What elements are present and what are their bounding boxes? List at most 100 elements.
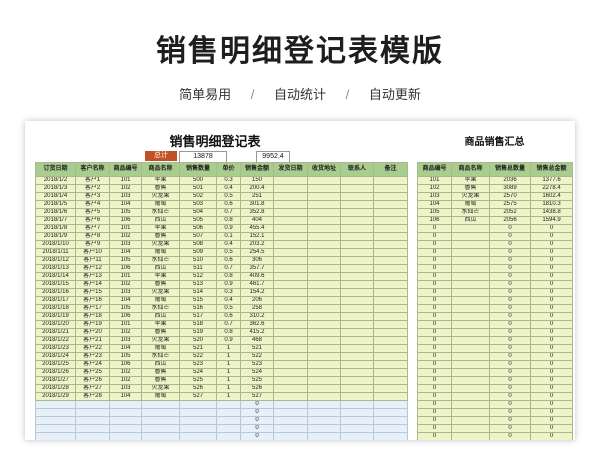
table-cell[interactable] [373,176,408,185]
summary-cell[interactable] [451,304,490,313]
table-cell[interactable]: 0.6 [216,312,241,321]
table-cell[interactable]: 2018/1/9 [35,232,76,241]
table-cell[interactable]: 527 [179,392,217,401]
table-cell[interactable]: 香蕉 [141,232,180,241]
table-cell[interactable] [307,176,341,185]
table-cell[interactable] [307,344,341,353]
summary-cell[interactable] [451,392,490,401]
table-cell[interactable] [273,344,308,353]
table-cell[interactable] [307,416,341,425]
summary-cell[interactable] [451,288,490,297]
table-cell[interactable]: 2018/1/3 [35,184,76,193]
table-cell[interactable] [273,408,308,417]
table-cell[interactable]: 香蕉 [141,376,180,385]
table-cell[interactable] [340,392,374,401]
table-cell[interactable]: 0 [240,400,274,409]
summary-cell[interactable]: 0 [489,320,531,329]
summary-cell[interactable]: 0 [417,336,452,345]
summary-cell[interactable] [451,328,490,337]
summary-cell[interactable]: 0 [489,224,531,233]
table-cell[interactable]: 1 [216,352,241,361]
summary-cell[interactable]: 0 [489,416,531,425]
table-cell[interactable]: 103 [109,288,142,297]
table-cell[interactable] [340,312,374,321]
table-cell[interactable] [373,248,408,257]
table-cell[interactable] [340,368,374,377]
table-cell[interactable]: 102 [109,232,142,241]
table-cell[interactable] [307,216,341,225]
table-cell[interactable] [75,408,110,417]
table-cell[interactable]: 1 [216,368,241,377]
table-cell[interactable]: 客户12 [75,264,110,273]
table-cell[interactable]: 203.2 [240,240,274,249]
table-cell[interactable]: 415.2 [240,328,274,337]
table-cell[interactable]: 521 [240,344,274,353]
table-cell[interactable]: 0 [240,424,274,433]
table-cell[interactable]: 客户20 [75,328,110,337]
table-cell[interactable]: 火龙果 [141,336,180,345]
table-cell[interactable] [373,240,408,249]
table-cell[interactable] [340,328,374,337]
table-cell[interactable] [373,296,408,305]
summary-cell[interactable]: 0 [417,384,452,393]
summary-cell[interactable]: 2036 [489,176,531,185]
table-cell[interactable]: 葡萄 [141,248,180,257]
table-cell[interactable]: 104 [109,392,142,401]
table-cell[interactable]: 客户15 [75,288,110,297]
summary-cell[interactable]: 0 [489,360,531,369]
table-cell[interactable]: 2018/1/23 [35,344,76,353]
table-cell[interactable]: 苹果 [141,320,180,329]
table-cell[interactable]: 0.7 [216,208,241,217]
table-cell[interactable] [109,400,142,409]
table-cell[interactable] [373,392,408,401]
table-cell[interactable] [340,184,374,193]
table-cell[interactable] [307,352,341,361]
summary-cell[interactable]: 0 [417,424,452,433]
table-cell[interactable]: 葡萄 [141,296,180,305]
summary-cell[interactable]: 0 [417,288,452,297]
table-cell[interactable]: 0 [240,408,274,417]
summary-cell[interactable]: 2278.4 [530,184,573,193]
table-cell[interactable]: 香蕉 [141,328,180,337]
summary-cell[interactable]: 0 [489,400,531,409]
table-cell[interactable]: 2018/1/2 [35,176,76,185]
table-cell[interactable] [307,360,341,369]
summary-cell[interactable]: 0 [530,280,573,289]
table-cell[interactable]: 517 [179,312,217,321]
table-cell[interactable] [373,424,408,433]
table-cell[interactable]: 102 [109,184,142,193]
table-cell[interactable]: 0.1 [216,232,241,241]
table-cell[interactable]: 524 [240,368,274,377]
table-cell[interactable] [35,400,76,409]
table-cell[interactable] [373,416,408,425]
table-cell[interactable]: 客户4 [75,200,110,209]
summary-cell[interactable]: 0 [530,400,573,409]
table-cell[interactable]: 103 [109,336,142,345]
summary-cell[interactable]: 0 [489,240,531,249]
summary-cell[interactable]: 0 [530,344,573,353]
table-cell[interactable] [373,344,408,353]
table-cell[interactable]: 516 [179,304,217,313]
table-cell[interactable]: 455.4 [240,224,274,233]
table-cell[interactable] [340,432,374,440]
table-cell[interactable]: 2018/1/8 [35,224,76,233]
summary-cell[interactable] [451,336,490,345]
summary-cell[interactable]: 0 [417,312,452,321]
table-cell[interactable] [35,424,76,433]
summary-cell[interactable] [451,240,490,249]
table-cell[interactable] [340,272,374,281]
table-cell[interactable]: 518 [179,320,217,329]
table-cell[interactable] [216,432,241,440]
summary-cell[interactable] [451,424,490,433]
table-cell[interactable]: 514 [179,288,217,297]
table-cell[interactable] [273,280,308,289]
table-cell[interactable] [75,432,110,440]
table-cell[interactable] [307,392,341,401]
table-cell[interactable]: 2018/1/5 [35,200,76,209]
table-cell[interactable] [373,192,408,201]
summary-cell[interactable]: 0 [489,304,531,313]
table-cell[interactable] [340,384,374,393]
table-cell[interactable] [273,224,308,233]
table-cell[interactable]: 527 [240,392,274,401]
table-cell[interactable]: 0.6 [216,200,241,209]
